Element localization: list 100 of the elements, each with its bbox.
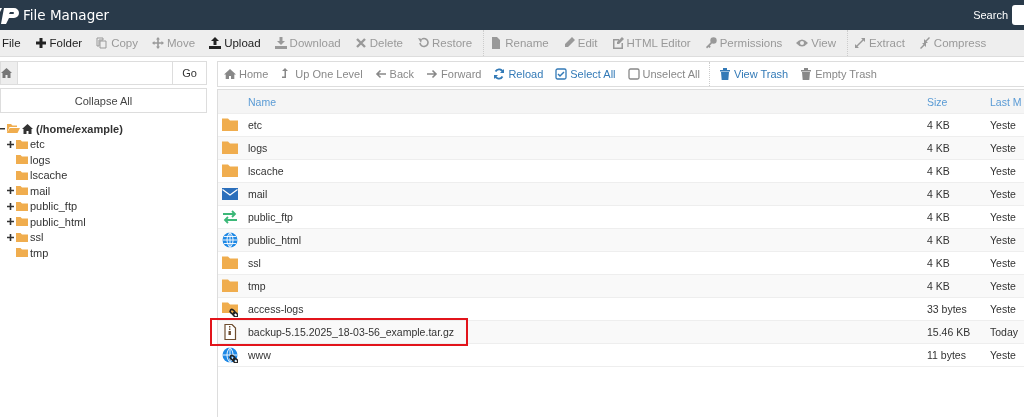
modified-date: Yeste: [989, 211, 1017, 223]
home-icon: [22, 123, 33, 134]
folder-icon: [16, 138, 28, 150]
checked-box-icon: [555, 68, 568, 80]
tree-item[interactable]: lscache: [30, 169, 68, 182]
tree-item[interactable]: mail: [30, 184, 51, 197]
file-name[interactable]: logs: [247, 142, 926, 154]
nav-button[interactable]: Reload: [487, 63, 550, 85]
expand-arrows-icon: [854, 37, 867, 49]
file-size: 4 KB: [926, 280, 951, 292]
exchange-arrows-icon: [222, 209, 238, 225]
upload-icon: [209, 37, 222, 49]
file-size: 33 bytes: [926, 303, 968, 315]
file-name[interactable]: tmp: [247, 280, 926, 292]
file-name[interactable]: www: [247, 349, 926, 361]
folder-icon: [16, 154, 28, 166]
compress-arrows-icon: [918, 37, 931, 49]
pencil-icon: [562, 37, 575, 49]
move-icon: [152, 37, 164, 49]
tree-item[interactable]: public_html: [30, 215, 86, 228]
tree-item[interactable]: etc: [30, 138, 45, 151]
open-folder-icon: [7, 123, 20, 135]
tree-item[interactable]: tmp: [30, 246, 49, 259]
archive-file-icon: [222, 324, 238, 340]
nav-button[interactable]: View Trash: [713, 63, 795, 85]
folder-icon: [16, 216, 28, 228]
folder-icon: [16, 247, 28, 259]
file-size: 15.46 KB: [926, 326, 972, 338]
table-row[interactable]: public_html 4 KB Yeste: [218, 229, 1024, 252]
folder-icon: [222, 117, 238, 133]
folder-icon: [16, 231, 28, 243]
file-size: 4 KB: [926, 119, 951, 131]
file-name[interactable]: backup-5.15.2025_18-03-56_example.tar.gz: [247, 326, 926, 338]
copy-icon: [96, 37, 109, 49]
folder-icon: [222, 163, 238, 179]
cross-icon: [354, 37, 367, 49]
folder-icon: [222, 255, 238, 271]
left-arrow-icon: [374, 68, 387, 80]
trash-icon: [719, 68, 731, 80]
home-icon: [224, 68, 236, 80]
file-size: 11 bytes: [926, 349, 967, 361]
modified-date: Today: [989, 326, 1020, 338]
file-size: 4 KB: [926, 211, 951, 223]
globe-icon: [222, 232, 238, 248]
tree-item[interactable]: public_ftp: [30, 200, 78, 213]
refresh-icon: [493, 68, 506, 80]
eye-icon: [796, 37, 809, 49]
file-size: 4 KB: [926, 257, 951, 269]
file-size: 4 KB: [926, 142, 951, 154]
folder-icon: [222, 278, 238, 294]
nav-button[interactable]: Select All: [549, 63, 622, 85]
folder-icon: [222, 140, 238, 156]
search-label: Search: [973, 9, 1008, 21]
toolbar-button[interactable]: File: [0, 31, 28, 55]
file-name[interactable]: ssl: [247, 257, 926, 269]
table-row[interactable]: logs 4 KB Yeste: [218, 137, 1024, 160]
file-size: 4 KB: [926, 188, 951, 200]
modified-date: Yeste: [989, 142, 1017, 154]
modified-date: Yeste: [989, 303, 1017, 315]
search-field[interactable]: [1012, 5, 1024, 25]
modified-date: Yeste: [989, 349, 1017, 361]
toolbar-button[interactable]: Folder: [27, 31, 90, 55]
table-row[interactable]: mail 4 KB Yeste: [218, 183, 1024, 206]
modified-date: Yeste: [989, 280, 1017, 292]
file-size: 4 KB: [926, 165, 951, 177]
tree-item[interactable]: ssl: [30, 231, 44, 244]
folder-icon: [16, 169, 28, 181]
app-title: File Manager: [23, 7, 110, 23]
file-size: 4 KB: [926, 234, 951, 246]
collapse-all-button[interactable]: Collapse All: [0, 88, 207, 113]
linked-folder-icon: [222, 301, 238, 317]
undo-icon: [417, 37, 429, 49]
table-row[interactable]: www 11 bytes Yeste: [218, 344, 1024, 367]
file-name[interactable]: public_html: [247, 234, 926, 246]
toolbar-button[interactable]: Upload: [202, 31, 268, 55]
checkbox-icon: [627, 68, 640, 80]
trash-icon: [800, 68, 813, 80]
modified-date: Yeste: [989, 257, 1017, 269]
edit-icon: [611, 37, 624, 49]
right-arrow-icon: [426, 68, 439, 80]
folder-icon: [16, 185, 28, 197]
file-name[interactable]: mail: [247, 188, 926, 200]
file-name[interactable]: access-logs: [247, 303, 926, 315]
tree-item[interactable]: (/home/example): [36, 122, 123, 135]
table-row[interactable]: tmp 4 KB Yeste: [218, 275, 1024, 298]
file-name[interactable]: lscache: [247, 165, 926, 177]
file-name[interactable]: etc: [247, 119, 926, 131]
document-icon: [490, 37, 503, 49]
tree-item[interactable]: logs: [30, 153, 51, 166]
envelope-icon: [222, 186, 238, 202]
modified-date: Yeste: [989, 119, 1017, 131]
file-name[interactable]: public_ftp: [247, 211, 926, 223]
download-icon: [274, 37, 287, 49]
plus-icon: [34, 37, 47, 49]
modified-date: Yeste: [989, 165, 1017, 177]
folder-icon: [16, 200, 28, 212]
key-icon: [704, 37, 717, 49]
linked-globe-icon: [222, 347, 238, 363]
modified-date: Yeste: [989, 234, 1017, 246]
modified-date: Yeste: [989, 188, 1017, 200]
